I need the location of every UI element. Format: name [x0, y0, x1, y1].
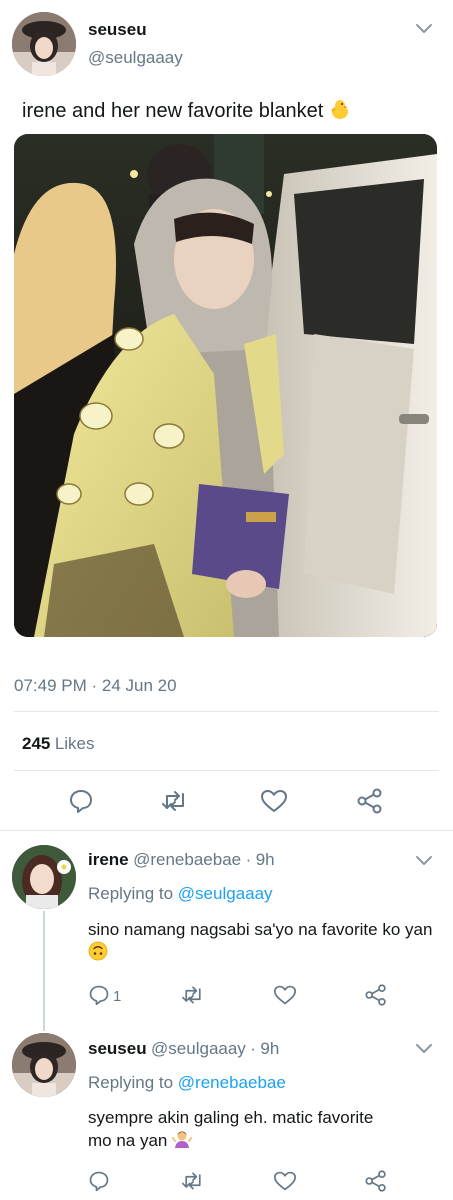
avatar-image	[12, 12, 76, 76]
replying-label: Replying to	[88, 1073, 174, 1092]
upside-down-face-emoji	[88, 941, 108, 967]
reply-text-line: syempre akin galing eh. matic favorite	[88, 1108, 374, 1127]
mention-link[interactable]: @renebaebae	[178, 1073, 286, 1092]
photo-image	[14, 134, 437, 637]
share-icon[interactable]	[356, 788, 384, 814]
avatar[interactable]	[12, 12, 76, 76]
separator-dot: ·	[91, 676, 98, 695]
tweet-text-content: irene and her new favorite blanket	[22, 100, 324, 122]
display-name[interactable]: irene	[88, 850, 129, 869]
replying-to: Replying to @seulgaaay	[88, 884, 273, 904]
tweet-date: 24 Jun 20	[101, 676, 177, 695]
mention-link[interactable]: @seulgaaay	[178, 884, 273, 903]
retweet-icon[interactable]	[161, 788, 189, 814]
handle[interactable]: @seulgaaay	[151, 1039, 246, 1058]
replying-to: Replying to @renebaebae	[88, 1073, 286, 1093]
chevron-down-icon[interactable]	[414, 1038, 434, 1058]
likes-count: 245	[22, 734, 51, 753]
reply-text: sino namang nagsabi sa'yo na favorite ko…	[88, 918, 438, 967]
reply-text: syempre akin galing eh. matic favorite m…	[88, 1106, 438, 1155]
share-icon[interactable]	[364, 1170, 388, 1192]
reply-age: 9h	[255, 850, 275, 869]
reply-icon[interactable]	[88, 984, 110, 1006]
separator-dot: ·	[250, 1039, 256, 1058]
divider	[14, 711, 439, 712]
handle[interactable]: @seulgaaay	[88, 48, 183, 68]
retweet-icon[interactable]	[181, 1170, 205, 1192]
likes-stat[interactable]: 245 Likes	[22, 734, 95, 754]
like-icon[interactable]	[273, 984, 297, 1006]
share-icon[interactable]	[364, 984, 388, 1006]
thread-line	[43, 911, 45, 1031]
retweet-icon[interactable]	[181, 984, 205, 1006]
like-icon[interactable]	[260, 788, 288, 814]
chevron-down-icon[interactable]	[414, 18, 434, 38]
tweet-time: 07:49 PM	[14, 676, 87, 695]
avatar-image	[12, 845, 76, 909]
separator-dot: ·	[245, 850, 252, 869]
avatar-image	[12, 1033, 76, 1097]
chevron-down-icon[interactable]	[414, 850, 434, 870]
like-icon[interactable]	[273, 1170, 297, 1192]
reply-count: 1	[113, 988, 122, 1005]
chick-emoji	[329, 98, 351, 127]
display-name[interactable]: seuseu	[88, 20, 147, 40]
tweet-text: irene and her new favorite blanket	[22, 98, 442, 127]
tweet-timestamp[interactable]: 07:49 PM · 24 Jun 20	[14, 676, 177, 696]
reply-text-content: sino namang nagsabi sa'yo na favorite ko…	[88, 920, 433, 939]
reply-icon[interactable]	[88, 1170, 110, 1192]
tweet-photo[interactable]	[14, 134, 437, 637]
reply-text-line: mo na yan	[88, 1131, 168, 1150]
reply-header: irene @renebaebae · 9h	[88, 850, 275, 870]
avatar[interactable]	[12, 1033, 76, 1097]
reply-icon[interactable]	[68, 788, 94, 814]
reply-header: seuseu @seulgaaay · 9h	[88, 1039, 279, 1059]
replying-label: Replying to	[88, 884, 174, 903]
reply-text-line-2: mo na yan	[88, 1129, 438, 1155]
likes-label: Likes	[54, 734, 95, 753]
divider	[0, 830, 453, 831]
reply-age: 9h	[260, 1039, 280, 1058]
handle[interactable]: @renebaebae	[133, 850, 241, 869]
display-name[interactable]: seuseu	[88, 1039, 147, 1058]
avatar[interactable]	[12, 845, 76, 909]
divider	[14, 770, 439, 771]
person-shrugging-emoji	[172, 1129, 193, 1155]
